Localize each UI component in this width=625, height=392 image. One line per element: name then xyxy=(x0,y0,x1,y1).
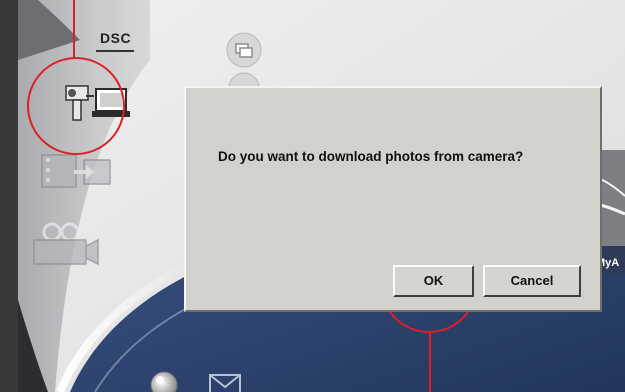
section-label: DSC xyxy=(100,30,132,46)
section-underline xyxy=(96,50,134,52)
ok-button[interactable]: OK xyxy=(393,265,474,297)
camera-to-pc-icon[interactable] xyxy=(65,85,130,121)
download-confirm-dialog: Do you want to download photos from came… xyxy=(184,86,602,312)
cancel-button[interactable]: Cancel xyxy=(483,265,581,297)
dialog-message: Do you want to download photos from came… xyxy=(218,149,524,164)
film-to-pc-icon[interactable] xyxy=(41,154,111,188)
